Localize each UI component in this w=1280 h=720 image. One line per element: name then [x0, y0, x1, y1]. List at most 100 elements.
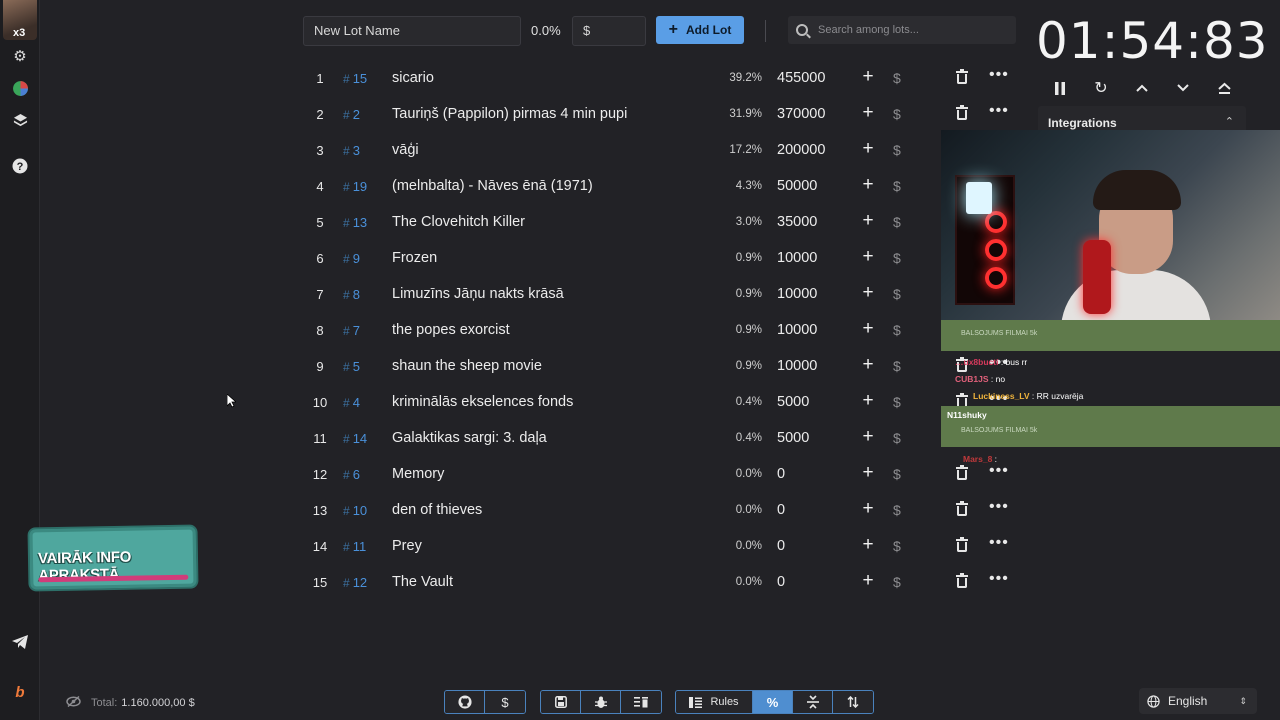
lot-row[interactable]: 5#13The Clovehitch Killer3.0%35000+$••• [303, 204, 1015, 240]
dollar-icon[interactable]: $ [893, 574, 901, 590]
lot-name[interactable]: Prey [392, 538, 422, 554]
lot-row[interactable]: 4 #19 (melnbalta) - Nāves ēnā (1971) 4.3% 50… [303, 168, 1015, 204]
add-amount-button[interactable]: + [859, 463, 877, 485]
lot-id-link[interactable]: #5 [343, 359, 360, 374]
dollar-icon[interactable]: $ [893, 538, 901, 554]
sort-toggle[interactable] [833, 691, 873, 713]
delete-lot-button[interactable] [956, 105, 970, 121]
dollar-icon[interactable]: $ [893, 286, 901, 302]
lot-row[interactable]: 7#8Limuzīns Jāņu nakts krāsā0.9%10000+$•… [303, 276, 1015, 312]
clear-lots-button[interactable] [621, 691, 661, 713]
add-amount-button[interactable]: + [859, 103, 877, 125]
lot-name[interactable]: The Clovehitch Killer [392, 214, 525, 230]
lot-id-link[interactable]: #10 [343, 503, 367, 518]
add-amount-button[interactable]: + [859, 391, 877, 413]
lot-name[interactable]: vāģi [392, 142, 419, 158]
lot-id-link[interactable]: #11 [343, 539, 366, 554]
lot-row[interactable]: 6#9Frozen0.9%10000+$••• [303, 240, 1015, 276]
add-amount-button[interactable]: + [859, 319, 877, 341]
add-amount-button[interactable]: + [859, 499, 877, 521]
lot-name[interactable]: (melnbalta) - Nāves ēnā (1971) [392, 178, 593, 194]
delete-lot-button[interactable] [956, 537, 970, 553]
avatar[interactable]: x3 [3, 0, 37, 40]
more-options-icon[interactable]: ••• [989, 570, 1009, 588]
lot-name[interactable]: the popes exorcist [392, 322, 510, 338]
more-options-icon[interactable]: ••• [989, 66, 1009, 84]
lot-amount[interactable]: 455000 [777, 70, 825, 86]
lot-amount[interactable]: 35000 [777, 214, 817, 230]
lot-amount[interactable]: 0 [777, 466, 785, 482]
dollar-icon[interactable]: $ [893, 250, 901, 266]
delete-lot-button[interactable] [956, 501, 970, 517]
new-lot-name-input[interactable]: New Lot Name [303, 16, 521, 46]
lot-amount[interactable]: 5000 [777, 394, 809, 410]
pause-button[interactable] [1050, 78, 1070, 98]
lot-id-link[interactable]: #3 [343, 143, 360, 158]
lot-name[interactable]: shaun the sheep movie [392, 358, 542, 374]
lot-id-link[interactable]: #9 [343, 251, 360, 266]
more-options-icon[interactable]: ••• [989, 498, 1009, 516]
lot-name[interactable]: Limuzīns Jāņu nakts krāsā [392, 286, 564, 302]
lot-id-link[interactable]: #6 [343, 467, 360, 482]
layers-icon[interactable] [10, 110, 30, 130]
more-options-icon[interactable]: ••• [989, 102, 1009, 120]
lot-id-link[interactable]: #2 [343, 107, 360, 122]
lot-id-link[interactable]: #12 [343, 575, 367, 590]
dollar-icon[interactable]: $ [893, 322, 901, 338]
new-lot-amount-input[interactable]: $ [572, 16, 646, 46]
lot-amount[interactable]: 10000 [777, 322, 817, 338]
more-options-icon[interactable]: ••• [989, 534, 1009, 552]
lot-id-link[interactable]: #7 [343, 323, 360, 338]
add-amount-button[interactable]: + [859, 283, 877, 305]
language-select[interactable]: English ⇕ [1139, 688, 1257, 714]
lot-row[interactable]: 9 #5 shaun the sheep movie 0.9% 10000 + $ ••• [303, 348, 1015, 384]
rules-button[interactable]: Rules [676, 691, 753, 713]
add-lot-button[interactable]: + Add Lot [656, 16, 744, 44]
lot-name[interactable]: Frozen [392, 250, 437, 266]
delete-lot-button[interactable] [956, 69, 970, 85]
lot-name[interactable]: sicario [392, 70, 434, 86]
boosty-icon[interactable]: b [10, 682, 30, 702]
lot-row[interactable]: 13 #10 den of thieves 0.0% 0 + $ ••• [303, 492, 1015, 528]
lot-row[interactable]: 12 #6 Memory 0.0% 0 + $ ••• [303, 456, 1015, 492]
dollar-icon[interactable]: $ [893, 106, 901, 122]
lot-amount[interactable]: 10000 [777, 358, 817, 374]
dollar-icon[interactable]: $ [893, 214, 901, 230]
lot-row[interactable]: 3#3vāģi17.2%200000+$••• [303, 132, 1015, 168]
add-amount-button[interactable]: + [859, 535, 877, 557]
lot-id-link[interactable]: #15 [343, 71, 367, 86]
dollar-icon[interactable]: $ [893, 466, 901, 482]
lot-amount[interactable]: 0 [777, 502, 785, 518]
lot-name[interactable]: Tauriņš (Pappilon) pirmas 4 min pupi [392, 106, 627, 122]
dollar-icon[interactable]: $ [893, 142, 901, 158]
add-amount-button[interactable]: + [859, 247, 877, 269]
compact-view-toggle[interactable] [793, 691, 833, 713]
add-amount-button[interactable]: + [859, 355, 877, 377]
lot-name[interactable]: den of thieves [392, 502, 482, 518]
help-icon[interactable]: ? [10, 156, 30, 176]
dollar-icon[interactable]: $ [893, 394, 901, 410]
pie-chart-icon[interactable] [10, 78, 30, 98]
lot-row[interactable]: 8#7the popes exorcist0.9%10000+$••• [303, 312, 1015, 348]
chevron-up-icon[interactable] [1132, 78, 1152, 98]
donate-button[interactable]: $ [485, 691, 525, 713]
dollar-icon[interactable]: $ [893, 502, 901, 518]
delete-lot-button[interactable] [956, 465, 970, 481]
dollar-icon[interactable]: $ [893, 430, 901, 446]
lot-row[interactable]: 11 #14 Galaktikas sargi: 3. daļa 0.4% 5000 + $… [303, 420, 1015, 456]
add-amount-button[interactable]: + [859, 427, 877, 449]
lot-amount[interactable]: 50000 [777, 178, 817, 194]
lot-row[interactable]: 10 #4 kriminālās ekselences fonds 0.4% 5000 +… [303, 384, 1015, 420]
lot-row[interactable]: 14 #11 Prey 0.0% 0 + $ ••• [303, 528, 1015, 564]
dollar-icon[interactable]: $ [893, 358, 901, 374]
gear-icon[interactable]: ⚙ [10, 46, 30, 66]
add-amount-button[interactable]: + [859, 175, 877, 197]
reset-icon[interactable]: ↻ [1091, 78, 1111, 98]
add-amount-button[interactable]: + [859, 67, 877, 89]
lot-row[interactable]: 15 #12 The Vault 0.0% 0 + $ ••• [303, 564, 1015, 600]
telegram-icon[interactable] [10, 632, 30, 652]
lot-amount[interactable]: 370000 [777, 106, 825, 122]
add-amount-button[interactable]: + [859, 571, 877, 593]
dollar-icon[interactable]: $ [893, 178, 901, 194]
lot-id-link[interactable]: #8 [343, 287, 360, 302]
